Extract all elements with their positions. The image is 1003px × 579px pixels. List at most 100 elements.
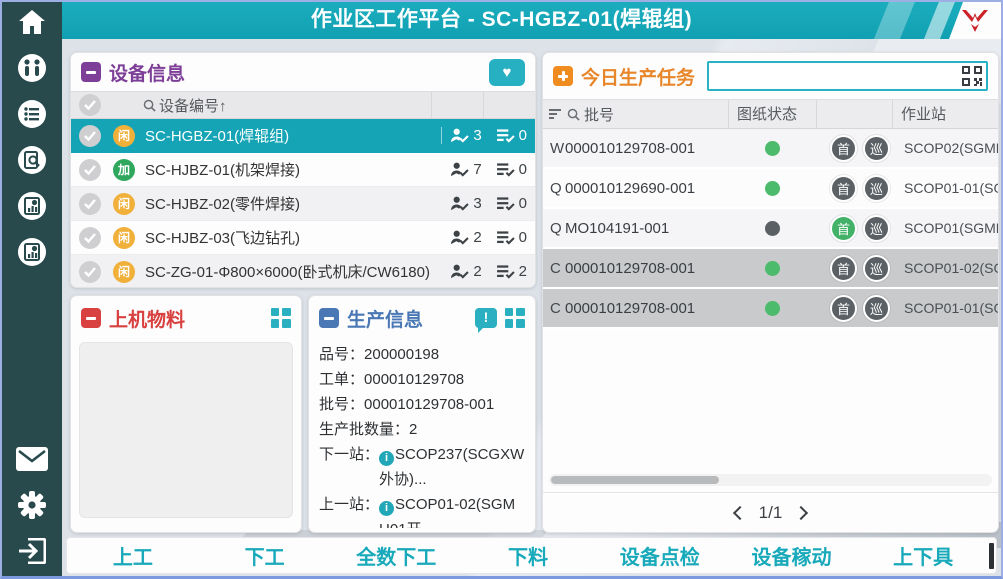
station-column-label[interactable]: 作业站 — [892, 100, 998, 128]
patrol-inspection-button[interactable]: 巡 — [863, 175, 890, 202]
grid-view-icon[interactable] — [505, 308, 525, 328]
next-page-icon[interactable] — [794, 505, 808, 519]
unload-material-button[interactable]: 下料 — [462, 541, 594, 570]
equipment-row[interactable]: 闲 SC-ZG-01-Φ800×6000(卧式机床/CW6180) 2 2 — [71, 255, 535, 287]
batch-number: 000010129708-001 — [565, 300, 728, 317]
production-panel-title: 生产信息 — [347, 305, 423, 332]
grid-view-icon[interactable] — [271, 308, 291, 328]
start-work-button[interactable]: 上工 — [67, 541, 199, 570]
mail-icon[interactable] — [15, 444, 49, 474]
field-label: 批号 — [319, 396, 349, 413]
home-icon[interactable] — [15, 7, 49, 37]
collapse-icon[interactable] — [81, 62, 101, 82]
tooling-button[interactable]: 上下具 — [857, 541, 989, 570]
workers-column-header — [431, 92, 483, 118]
work-station: SCOP01-01(SGM... — [904, 300, 998, 316]
task-search-input[interactable] — [709, 63, 961, 89]
work-station: SCOP01-01(SGM... — [904, 180, 998, 196]
equipment-table-header[interactable]: 设备编号↑ — [71, 91, 535, 119]
task-row[interactable]: Q 000010129690-001 首 巡 SCOP01-01(SGM... — [543, 169, 998, 209]
logout-icon[interactable] — [15, 536, 49, 566]
task-row[interactable]: C 000010129708-001 首 巡 SCOP01-02(SGM... — [543, 249, 998, 289]
first-inspection-button[interactable]: 首 — [830, 215, 857, 242]
info-icon[interactable]: i — [379, 451, 394, 466]
worker-count: 3 — [473, 195, 481, 212]
prev-page-icon[interactable] — [733, 505, 747, 519]
worker-count: 2 — [473, 229, 481, 246]
equipment-row[interactable]: 闲 SC-HGBZ-01(焊辊组) 3 0 — [71, 119, 535, 153]
info-icon[interactable]: i — [379, 501, 394, 516]
equipment-row[interactable]: 加 SC-HJBZ-01(机架焊接) 7 0 — [71, 153, 535, 187]
field-label: 生产批数量 — [319, 421, 394, 438]
task-row[interactable]: C 000010129708-001 首 巡 SCOP01-01(SGM... — [543, 289, 998, 329]
worker-count: 3 — [473, 127, 481, 144]
work-station: SCOP02(SGMH0... — [904, 140, 998, 156]
drawing-status-dot — [765, 261, 780, 276]
equipment-code: SC-HJBZ-03(飞边钻孔) — [145, 227, 300, 248]
field-label: 上一站 — [319, 496, 364, 513]
actions-column — [816, 100, 892, 128]
report-chart-icon[interactable] — [15, 191, 49, 221]
alert-bubble-icon[interactable]: ! — [475, 308, 497, 328]
expand-icon[interactable] — [553, 66, 573, 86]
row-checkbox[interactable] — [79, 193, 101, 215]
equipment-code: SC-ZG-01-Φ800×6000(卧式机床/CW6180) — [145, 261, 430, 282]
equipment-check-button[interactable]: 设备点检 — [594, 541, 726, 570]
task-row[interactable]: Q MO104191-001 首 巡 SCOP01(SGMH0... — [543, 209, 998, 249]
row-checkbox[interactable] — [79, 125, 101, 147]
status-badge: 加 — [113, 159, 135, 181]
sort-icon[interactable] — [549, 108, 563, 120]
row-checkbox[interactable] — [79, 159, 101, 181]
patrol-inspection-button[interactable]: 巡 — [863, 135, 890, 162]
task-row[interactable]: W 000010129708-001 首 巡 SCOP02(SGMH0... — [543, 129, 998, 169]
drawing-status-dot — [765, 141, 780, 156]
drawing-status-column-label[interactable]: 图纸状态 — [728, 100, 816, 128]
field-value: SCOP01-02(SGMH01开 — [379, 496, 515, 528]
team-board-icon[interactable] — [15, 53, 49, 83]
work-station: SCOP01(SGMH0... — [904, 220, 998, 236]
first-inspection-button[interactable]: 首 — [830, 255, 857, 282]
doc-search-icon[interactable] — [15, 145, 49, 175]
favorite-button[interactable]: ♥ — [489, 59, 525, 86]
task-count: 0 — [519, 161, 527, 178]
patrol-inspection-button[interactable]: 巡 — [863, 255, 890, 282]
production-details: 品号：200000198 工单：000010129708 批号：00001012… — [309, 340, 535, 528]
drawing-status-dot — [765, 301, 780, 316]
page-title: 作业区工作平台 - SC-HGBZ-01(焊辊组) — [62, 2, 941, 39]
collapse-icon[interactable] — [319, 308, 339, 328]
scrollbar-thumb[interactable] — [551, 476, 719, 484]
end-work-button[interactable]: 下工 — [199, 541, 331, 570]
batch-column-label[interactable]: 批号 — [584, 104, 614, 125]
report-chart-icon[interactable] — [15, 237, 49, 267]
field-value: 200000198 — [364, 342, 525, 367]
task-list-icon[interactable] — [15, 99, 49, 129]
equipment-utilization-button[interactable]: 设备稼动 — [726, 541, 858, 570]
row-checkbox[interactable] — [79, 261, 101, 283]
equipment-column-label[interactable]: 设备编号↑ — [159, 95, 227, 116]
first-inspection-button[interactable]: 首 — [830, 175, 857, 202]
settings-gear-icon[interactable] — [15, 490, 49, 520]
patrol-inspection-button[interactable]: 巡 — [863, 295, 890, 322]
equipment-code: SC-HJBZ-02(零件焊接) — [145, 193, 300, 214]
first-inspection-button[interactable]: 首 — [830, 295, 857, 322]
worker-count-icon — [450, 162, 469, 177]
equipment-list: 闲 SC-HGBZ-01(焊辊组) 3 0 加 SC-HJBZ-01(机架焊接)… — [71, 119, 535, 287]
equipment-row[interactable]: 闲 SC-HJBZ-03(飞边钻孔) 2 0 — [71, 221, 535, 255]
task-type: Q — [543, 180, 565, 197]
qr-scan-icon[interactable] — [961, 65, 983, 87]
first-inspection-button[interactable]: 首 — [830, 135, 857, 162]
task-count-icon — [496, 230, 515, 245]
work-station: SCOP01-02(SGM... — [904, 260, 998, 276]
tasks-table-header[interactable]: 批号 图纸状态 作业站 — [543, 99, 998, 129]
select-all-checkbox[interactable] — [79, 94, 101, 116]
end-all-work-button[interactable]: 全数下工 — [330, 541, 462, 570]
equipment-row[interactable]: 闲 SC-HJBZ-02(零件焊接) 3 0 — [71, 187, 535, 221]
field-value: 000010129708-001 — [364, 392, 525, 417]
production-panel: 生产信息 ! 品号：200000198 工单：000010129708 批号：0… — [308, 295, 536, 533]
collapse-icon[interactable] — [81, 308, 101, 328]
row-checkbox[interactable] — [79, 227, 101, 249]
patrol-inspection-button[interactable]: 巡 — [863, 215, 890, 242]
task-count: 0 — [519, 229, 527, 246]
horizontal-scrollbar[interactable] — [549, 474, 992, 486]
batch-number: 000010129708-001 — [565, 260, 728, 277]
